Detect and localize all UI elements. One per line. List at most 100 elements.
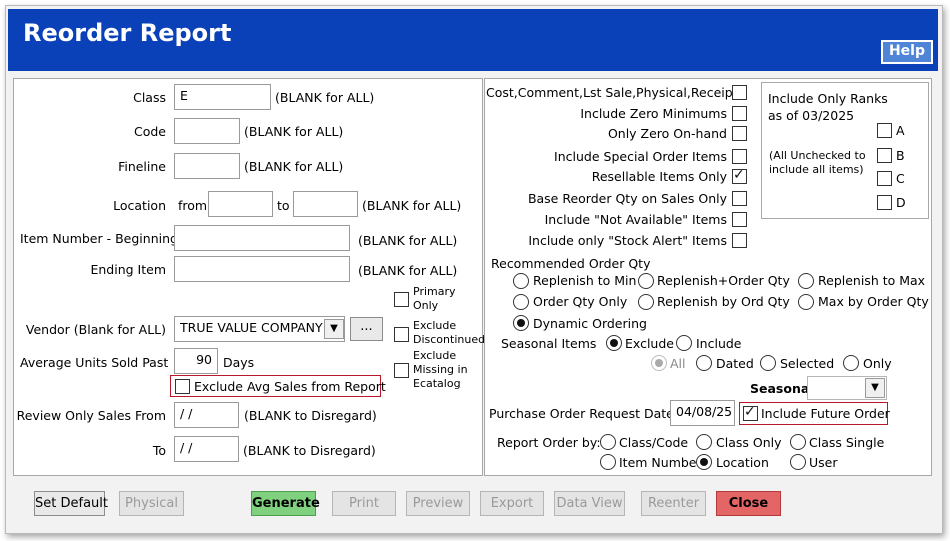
help-button[interactable]: Help [881, 40, 933, 64]
review-to-label: To [152, 443, 166, 458]
data-view-button[interactable]: Data View [554, 491, 625, 516]
include-future-order-checkbox[interactable] [743, 404, 758, 421]
primary-only-label: Primary Only [413, 285, 456, 312]
seasonal-exclude-label: Exclude [625, 336, 674, 351]
seasonal-exclude-radio[interactable] [606, 335, 622, 351]
primary-only-checkbox[interactable] [394, 292, 409, 307]
vendor-browse-button[interactable]: ... [350, 317, 383, 341]
order-class-code-radio[interactable] [600, 434, 616, 450]
order-class-single-label: Class Single [809, 435, 885, 450]
check-label-base-reorder: Base Reorder Qty on Sales Only [527, 191, 727, 206]
replenish-max-radio[interactable] [798, 273, 814, 289]
set-default-button[interactable]: Set Default [34, 491, 108, 516]
preview-button[interactable]: Preview [406, 491, 470, 516]
item-end-hint: (BLANK for ALL) [358, 263, 458, 278]
review-from-hint: (BLANK to Disregard) [244, 408, 377, 423]
replenish-max-label: Replenish to Max [818, 273, 926, 288]
generate-button[interactable]: Generate [251, 491, 320, 516]
exclude-missing-checkbox[interactable] [394, 363, 409, 378]
ranks-note: (All Unchecked to include all items) [769, 149, 866, 176]
max-by-order-qty-radio[interactable] [798, 294, 814, 310]
code-input[interactable] [174, 118, 240, 144]
base-reorder-checkbox[interactable] [732, 191, 747, 206]
seasonal-select-label: Seasonal [750, 381, 814, 396]
seasonal-all-radio[interactable] [651, 355, 667, 371]
po-date-input[interactable]: 04/08/25 [670, 400, 735, 426]
exclude-discontinued-checkbox[interactable] [394, 327, 409, 342]
replenish-order-qty-radio[interactable] [638, 273, 654, 289]
order-user-radio[interactable] [790, 454, 806, 470]
item-begin-input[interactable] [174, 225, 350, 251]
location-from-label: from [178, 198, 208, 213]
review-to-input[interactable]: / / [174, 436, 239, 462]
exclude-avg-sales-checkbox[interactable] [175, 379, 190, 394]
order-item-number-radio[interactable] [600, 454, 616, 470]
location-from-input[interactable] [208, 191, 273, 217]
item-end-input[interactable] [174, 256, 350, 282]
rank-b-label: B [896, 148, 905, 163]
order-location-label: Location [716, 455, 769, 470]
rank-c-checkbox[interactable] [877, 171, 892, 186]
cost-comment-checkbox[interactable] [732, 85, 747, 100]
order-qty-only-label: Order Qty Only [533, 294, 628, 309]
location-to-input[interactable] [293, 191, 358, 217]
avg-units-unit: Days [223, 355, 255, 370]
vendor-dropdown-chevron-icon[interactable]: ▼ [324, 319, 344, 339]
avg-units-input[interactable]: 90 [174, 348, 218, 374]
physical-button[interactable]: Physical [119, 491, 184, 516]
review-from-input[interactable]: / / [174, 402, 239, 428]
include-not-available-checkbox[interactable] [732, 212, 747, 227]
vendor-select[interactable]: TRUE VALUE COMPANY [174, 316, 345, 342]
order-class-only-radio[interactable] [696, 434, 712, 450]
avg-units-label: Average Units Sold Past [20, 355, 169, 370]
include-future-order-label: Include Future Order [761, 406, 890, 421]
include-special-order-checkbox[interactable] [732, 149, 747, 164]
class-label: Class [133, 90, 166, 105]
seasonal-dated-label: Dated [716, 356, 754, 371]
max-by-order-qty-label: Max by Order Qty [818, 294, 929, 309]
rank-c-label: C [896, 171, 905, 186]
title-bar: Reorder Report Help [8, 9, 938, 71]
check-label-resellable: Resellable Items Only [591, 169, 727, 184]
replenish-by-ord-qty-label: Replenish by Ord Qty [657, 294, 790, 309]
print-button[interactable]: Print [332, 491, 396, 516]
item-end-label: Ending Item [90, 262, 166, 277]
stock-alert-checkbox[interactable] [732, 233, 747, 248]
seasonal-all-label: All [670, 356, 686, 371]
seasonal-only-label: Only [863, 356, 892, 371]
class-input[interactable]: E [174, 84, 271, 110]
po-date-label: Purchase Order Request Date [489, 406, 674, 421]
location-to-label: to [277, 198, 290, 213]
recommended-qty-title: Recommended Order Qty [491, 256, 651, 271]
rank-b-checkbox[interactable] [877, 148, 892, 163]
include-zero-minimums-checkbox[interactable] [732, 106, 747, 121]
order-location-radio[interactable] [696, 454, 712, 470]
seasonal-selected-radio[interactable] [760, 355, 776, 371]
order-class-code-label: Class/Code [619, 435, 689, 450]
export-button[interactable]: Export [480, 491, 544, 516]
order-item-number-label: Item Number [619, 455, 702, 470]
only-zero-onhand-checkbox[interactable] [732, 126, 747, 141]
order-class-single-radio[interactable] [790, 434, 806, 450]
seasonal-include-radio[interactable] [676, 335, 692, 351]
exclude-avg-sales-label: Exclude Avg Sales from Report [194, 379, 386, 394]
resellable-items-checkbox[interactable] [732, 167, 747, 184]
replenish-min-radio[interactable] [513, 273, 529, 289]
close-button[interactable]: Close [716, 491, 781, 516]
check-label-cost: Cost,Comment,Lst Sale,Physical,Receipt [486, 85, 738, 100]
seasonal-chevron-down-icon[interactable]: ▼ [865, 378, 885, 398]
order-qty-only-radio[interactable] [513, 294, 529, 310]
check-label-special: Include Special Order Items [554, 149, 727, 164]
seasonal-only-radio[interactable] [843, 355, 859, 371]
item-begin-label: Item Number - Beginning [20, 231, 178, 246]
reenter-button[interactable]: Reenter [641, 491, 706, 516]
seasonal-dated-radio[interactable] [696, 355, 712, 371]
fineline-input[interactable] [174, 153, 240, 179]
dynamic-ordering-radio[interactable] [513, 315, 529, 331]
rank-a-label: A [896, 123, 905, 138]
rank-a-checkbox[interactable] [877, 123, 892, 138]
rank-d-checkbox[interactable] [877, 195, 892, 210]
seasonal-include-label: Include [696, 336, 742, 351]
replenish-by-ord-qty-radio[interactable] [638, 294, 654, 310]
window-title: Reorder Report [23, 19, 232, 47]
